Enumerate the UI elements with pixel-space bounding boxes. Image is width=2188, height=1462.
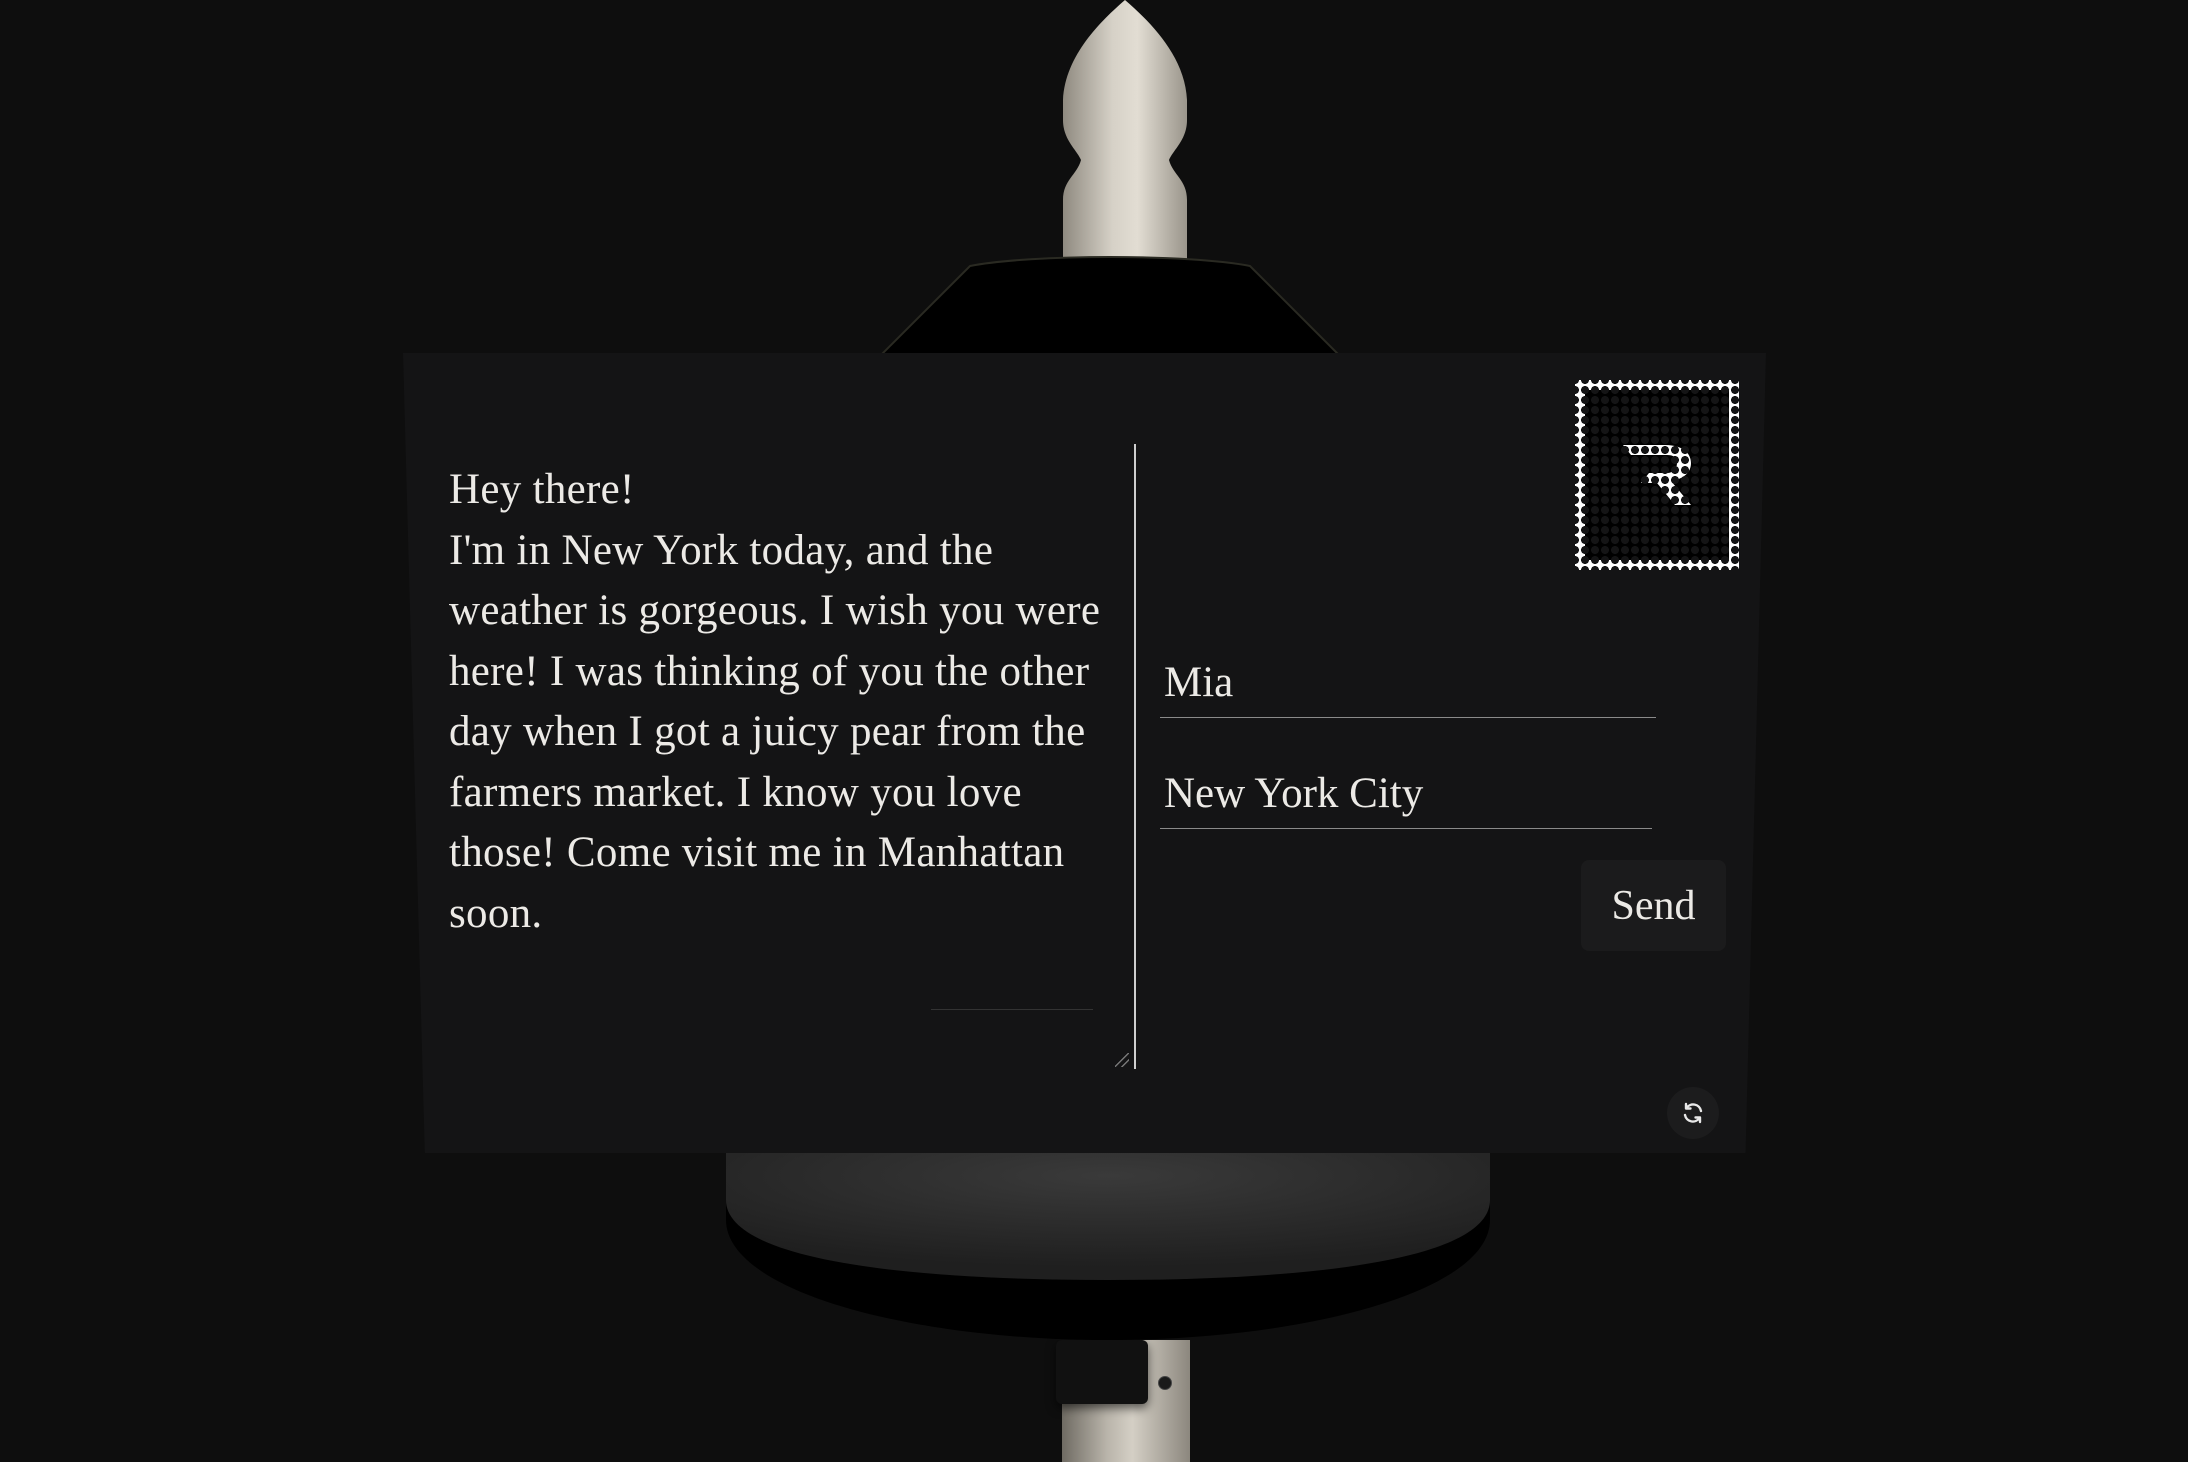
- tray: [726, 1150, 1490, 1340]
- recipient-name-input[interactable]: [1160, 658, 1656, 718]
- stamp-inner: [1585, 390, 1729, 560]
- r-logo-icon: [1623, 445, 1691, 505]
- send-button[interactable]: Send: [1581, 860, 1726, 951]
- postcard-divider: [1134, 444, 1136, 1069]
- resize-grip-icon[interactable]: [1115, 1053, 1129, 1067]
- bolt: [1158, 1376, 1172, 1390]
- refresh-icon: [1683, 1102, 1703, 1124]
- post-finial: [1063, 0, 1187, 262]
- message-textarea[interactable]: Hey there! I'm in New York today, and th…: [449, 460, 1109, 944]
- recipient-city-input[interactable]: [1160, 769, 1652, 829]
- stamp: [1575, 380, 1739, 570]
- refresh-button[interactable]: [1667, 1087, 1719, 1139]
- message-underline: [931, 1009, 1093, 1010]
- postcard: Hey there! I'm in New York today, and th…: [403, 353, 1766, 1153]
- post-bracket: [1056, 1340, 1148, 1404]
